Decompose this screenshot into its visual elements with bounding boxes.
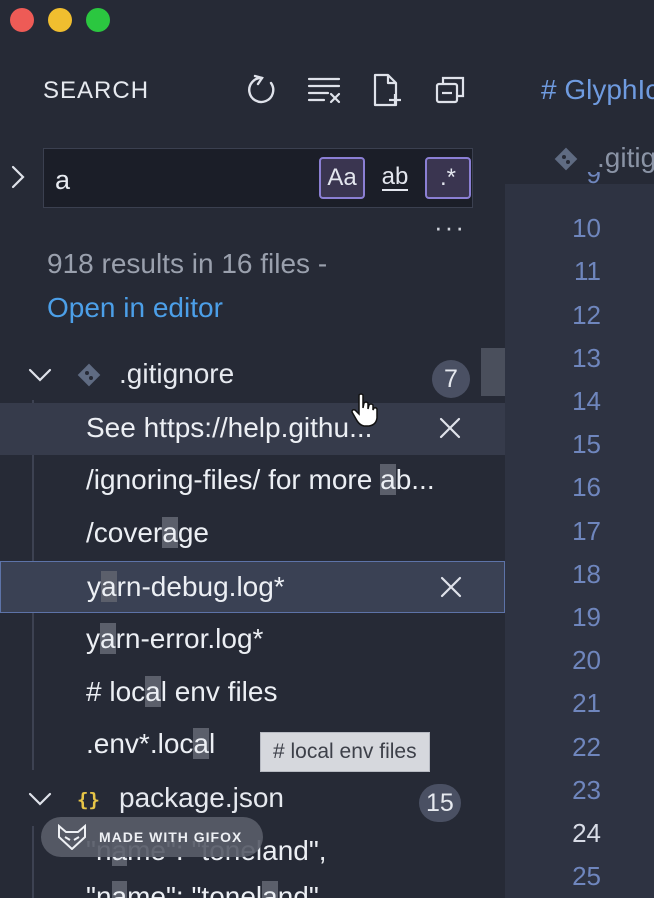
editor-tab-bar: # GlyphIcon xyxy=(505,0,654,130)
match-text: yarn-debug.log* xyxy=(87,571,285,602)
match-text: /coverage xyxy=(86,517,209,548)
close-window-button[interactable] xyxy=(10,8,34,32)
use-regex-toggle[interactable]: .* xyxy=(425,157,471,199)
scrollbar-thumb[interactable] xyxy=(481,348,505,396)
match-text: # local env files xyxy=(86,676,278,707)
match-text: yarn-error.log* xyxy=(86,623,264,654)
watermark-text: MADE WITH GIFOX xyxy=(99,829,243,845)
results-summary: 918 results in 16 files - xyxy=(47,248,328,279)
sidebar-title: SEARCH xyxy=(43,77,150,104)
file-group-gitignore[interactable]: .gitignore 7 xyxy=(0,352,505,398)
window-controls xyxy=(10,8,110,32)
match-row[interactable]: # local env files xyxy=(0,667,505,719)
refresh-icon[interactable] xyxy=(244,72,280,108)
match-row[interactable]: /ignoring-files/ for more ab... xyxy=(0,455,505,507)
match-text: /ignoring-files/ for more ab... xyxy=(86,464,435,495)
toggle-replace-chevron-icon[interactable] xyxy=(8,162,28,192)
match-count-badge: 15 xyxy=(419,784,461,822)
file-name: .gitignore xyxy=(119,358,235,389)
maximize-window-button[interactable] xyxy=(86,8,110,32)
line-number: 24 xyxy=(572,818,601,848)
hand-cursor-icon xyxy=(351,393,378,427)
match-row[interactable]: See https://help.githu... xyxy=(0,403,505,455)
match-tooltip: # local env files xyxy=(260,732,430,772)
match-count-badge: 7 xyxy=(432,360,470,398)
fox-logo-icon xyxy=(58,824,86,850)
match-text: See https://help.githu... xyxy=(86,412,373,443)
line-number: 19 xyxy=(572,602,601,632)
match-case-toggle[interactable]: Aa xyxy=(319,157,365,199)
match-row[interactable]: /coverage xyxy=(0,508,505,560)
line-number: 21 xyxy=(572,688,601,719)
editor-area: # GlyphIcon .gitignore 9 10 11 12 13 14 15 16 17… xyxy=(505,0,654,898)
gifox-watermark: MADE WITH GIFOX xyxy=(41,817,263,857)
vscode-window: SEARCH a Aa ab .* ··· 918 results in 16 … xyxy=(0,0,654,898)
line-number: 17 xyxy=(572,515,601,546)
line-number: 11 xyxy=(574,256,601,287)
line-number: 22 xyxy=(572,731,601,762)
line-number: 23 xyxy=(572,774,601,805)
line-number: 18 xyxy=(572,558,601,589)
chevron-down-icon xyxy=(28,368,52,382)
match-row[interactable]: yarn-error.log* xyxy=(0,614,505,666)
chevron-down-icon xyxy=(28,792,52,806)
line-number: 14 xyxy=(572,386,601,416)
breadcrumb-item[interactable]: .gitignore xyxy=(597,142,654,174)
line-number: 13 xyxy=(572,342,601,373)
search-box: Aa ab .* xyxy=(43,148,473,208)
match-row[interactable]: "name": "toneland" xyxy=(0,872,505,898)
clear-results-icon[interactable] xyxy=(306,72,342,108)
json-file-icon: {} xyxy=(77,789,100,811)
match-text: .env*.local xyxy=(86,728,216,759)
git-file-icon xyxy=(554,147,578,171)
line-number: 10 xyxy=(572,213,601,244)
new-search-editor-icon[interactable] xyxy=(370,72,406,108)
line-number: 15 xyxy=(572,429,601,460)
line-number: 25 xyxy=(572,861,601,892)
dismiss-icon[interactable] xyxy=(437,573,465,601)
line-number: 12 xyxy=(572,299,601,330)
dismiss-icon[interactable] xyxy=(436,414,464,442)
git-file-icon xyxy=(77,363,101,387)
line-number: 16 xyxy=(572,472,601,503)
whole-word-label: ab xyxy=(381,163,409,191)
editor-tab[interactable]: # GlyphIcon xyxy=(541,74,654,106)
match-text: "name": "toneland" xyxy=(86,881,319,898)
svg-text:{}: {} xyxy=(77,789,100,811)
file-name: package.json xyxy=(119,782,285,813)
match-whole-word-toggle[interactable]: ab xyxy=(372,157,418,199)
line-number: 20 xyxy=(572,645,601,676)
toggle-search-details-button[interactable]: ··· xyxy=(434,212,466,243)
match-row[interactable]: yarn-debug.log* xyxy=(0,561,505,613)
collapse-all-icon[interactable] xyxy=(432,72,468,108)
open-in-editor-link[interactable]: Open in editor xyxy=(47,292,223,324)
line-number: 9 xyxy=(586,172,601,189)
minimize-window-button[interactable] xyxy=(48,8,72,32)
search-input[interactable] xyxy=(53,161,307,199)
file-group-package-json[interactable]: {} package.json 15 xyxy=(0,776,505,822)
search-sidebar: SEARCH a Aa ab .* ··· 918 results in 16 … xyxy=(0,0,505,898)
